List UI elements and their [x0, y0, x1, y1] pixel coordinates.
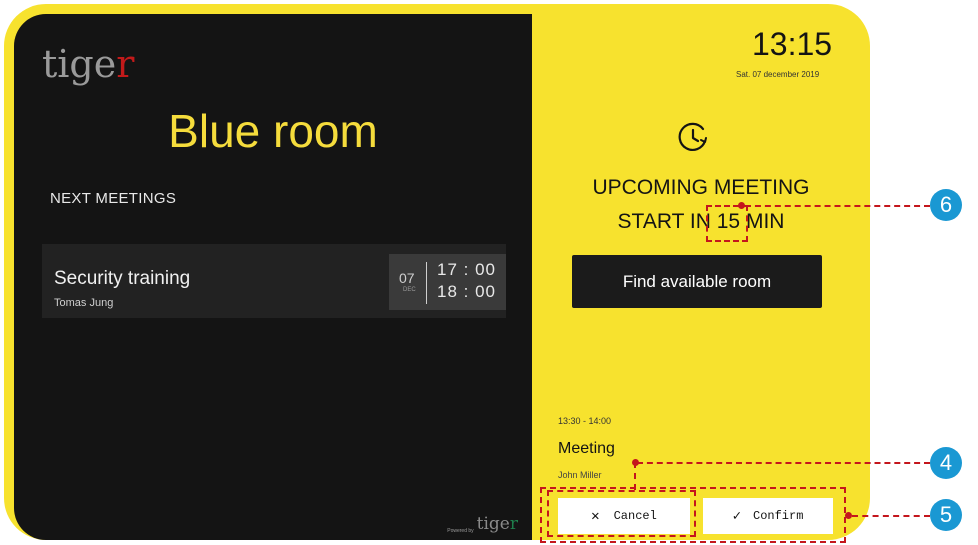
minutes-unit: MIN	[745, 210, 785, 233]
meeting-card[interactable]: Security training Tomas Jung 07 DEC 17 :…	[42, 244, 506, 318]
upcoming-slot-time: 13:30 - 14:00	[558, 416, 612, 426]
room-name: Blue room	[168, 105, 378, 157]
annotation-box-minutes	[706, 205, 748, 242]
meeting-day: 07	[399, 270, 415, 286]
meeting-time-box: 07 DEC 17 : 00 18 : 00	[389, 254, 506, 310]
current-time: 13:15	[752, 26, 833, 62]
tiger-logo: tiger	[42, 42, 135, 86]
annotation-marker-6: 6	[930, 189, 962, 221]
annotation-line-4	[637, 462, 930, 464]
upcoming-meeting-heading: UPCOMING MEETING	[592, 176, 810, 199]
annotation-box-actions	[540, 487, 846, 543]
annotation-dot-6	[738, 202, 745, 209]
room-info-panel: tiger Blue room NEXT MEETINGS Security t…	[14, 14, 532, 540]
find-available-room-button[interactable]: Find available room	[572, 255, 822, 308]
upcoming-slot-organizer: John Miller	[558, 470, 602, 480]
annotation-line-6	[745, 205, 930, 207]
upcoming-slot-title: Meeting	[558, 440, 615, 457]
powered-by: Powered by tiger	[447, 514, 518, 534]
time-divider	[426, 262, 427, 304]
start-in-label: START IN	[617, 210, 711, 233]
annotation-marker-4: 4	[930, 447, 962, 479]
meeting-start-time: 17 : 00	[437, 260, 496, 279]
clock-icon	[678, 122, 707, 151]
annotation-dot-5	[845, 512, 852, 519]
meeting-month: DEC	[403, 287, 416, 293]
annotation-marker-5: 5	[930, 499, 962, 531]
current-date: Sat. 07 december 2019	[736, 70, 820, 79]
annotation-connector-4	[634, 462, 636, 490]
meeting-end-time: 18 : 00	[437, 282, 496, 301]
upcoming-start-line: START IN 15 MIN	[528, 210, 874, 234]
next-meetings-heading: NEXT MEETINGS	[50, 190, 177, 207]
annotation-line-5	[852, 515, 930, 517]
meeting-title: Security training	[54, 268, 191, 289]
powered-by-logo: tiger	[476, 514, 518, 534]
meeting-organizer: Tomas Jung	[54, 297, 114, 309]
powered-by-label: Powered by	[447, 528, 474, 534]
